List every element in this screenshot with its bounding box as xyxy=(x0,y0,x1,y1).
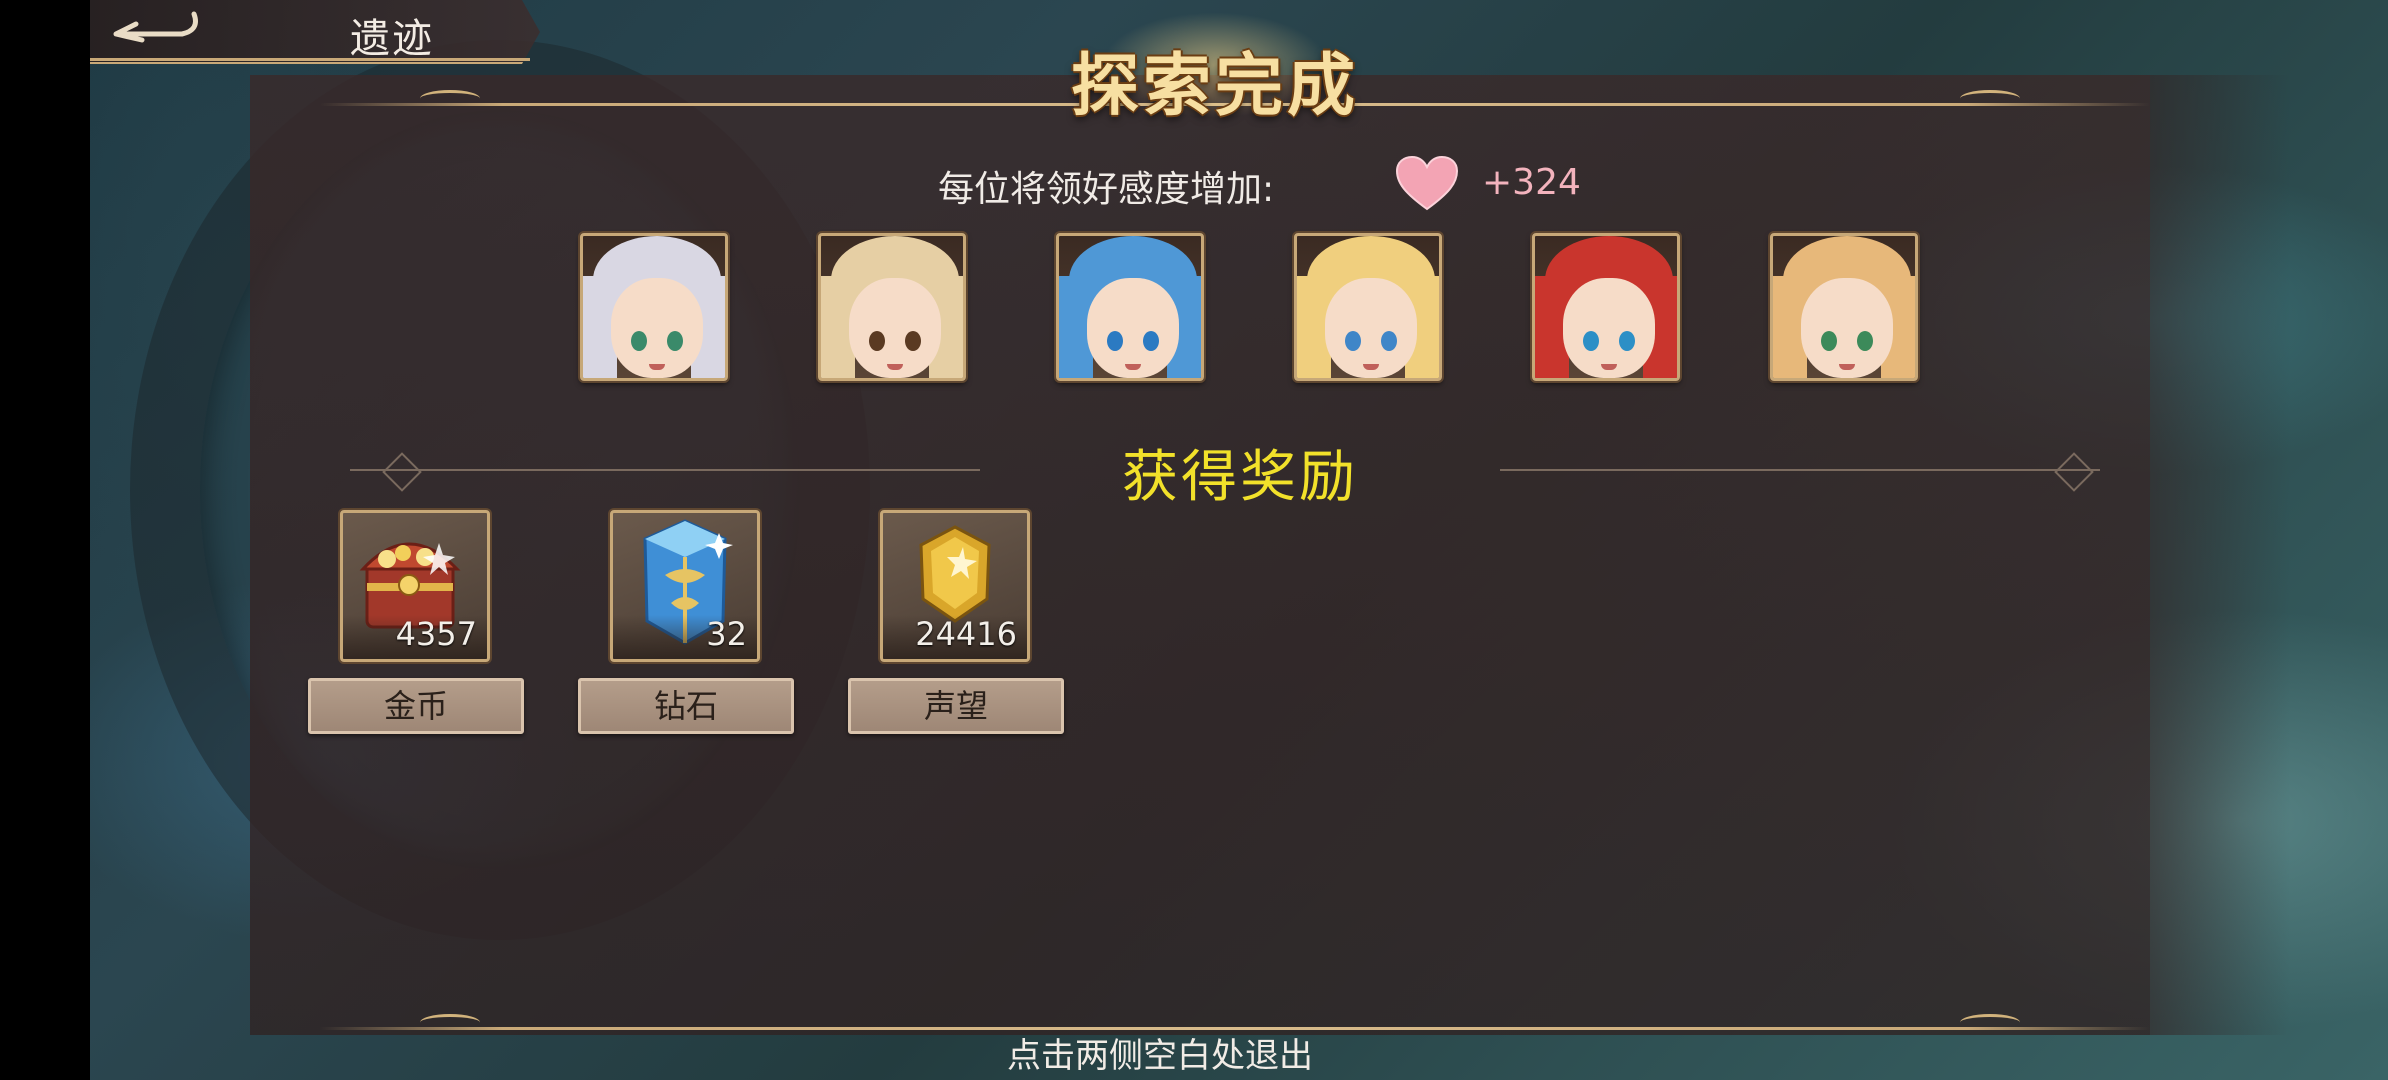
eye-shape xyxy=(631,331,647,351)
face-shape xyxy=(1801,278,1893,378)
hero-portrait[interactable] xyxy=(1056,233,1204,381)
ornament-icon xyxy=(420,90,480,107)
reward-icon-box[interactable]: 24416 xyxy=(880,510,1030,662)
reward-item-gold[interactable]: 4357 金币 xyxy=(308,510,530,740)
reward-item-reputation[interactable]: 24416 声望 xyxy=(848,510,1070,740)
eye-shape xyxy=(905,331,921,351)
reward-icon-box[interactable]: 4357 xyxy=(340,510,490,662)
hero-portrait[interactable] xyxy=(580,233,728,381)
eye-shape xyxy=(667,331,683,351)
hero-portrait[interactable] xyxy=(1770,233,1918,381)
reward-label-button[interactable]: 金币 xyxy=(308,678,524,734)
affection-label: 每位将领好感度增加: xyxy=(938,169,1275,210)
eye-shape xyxy=(1857,331,1873,351)
eye-shape xyxy=(1345,331,1361,351)
divider-right xyxy=(1500,469,2100,471)
exit-hint-text: 点击两侧空白处退出 xyxy=(1007,1036,1313,1076)
affection-value: +324 xyxy=(1482,162,1581,203)
face-shape xyxy=(1325,278,1417,378)
ornament-icon xyxy=(420,1014,480,1031)
face-shape xyxy=(1563,278,1655,378)
reward-label-button[interactable]: 钻石 xyxy=(578,678,794,734)
exploration-result-panel xyxy=(250,75,2290,1035)
eye-shape xyxy=(1583,331,1599,351)
reward-icon-box[interactable]: 32 xyxy=(610,510,760,662)
page-title: 遗迹 xyxy=(350,16,434,62)
back-button[interactable] xyxy=(96,4,206,54)
heart-icon xyxy=(1395,155,1459,211)
back-arrow-icon xyxy=(113,11,198,43)
hero-portrait[interactable] xyxy=(818,233,966,381)
reward-label-button[interactable]: 声望 xyxy=(848,678,1064,734)
rewards-title: 获得奖励 xyxy=(1122,445,1358,510)
hero-portrait[interactable] xyxy=(1294,233,1442,381)
ornament-icon xyxy=(1960,1014,2020,1031)
eye-shape xyxy=(1619,331,1635,351)
eye-shape xyxy=(1107,331,1123,351)
result-banner: 探索完成 xyxy=(1050,0,1380,140)
eye-shape xyxy=(1381,331,1397,351)
eye-shape xyxy=(1821,331,1837,351)
face-shape xyxy=(611,278,703,378)
reward-count: 4357 xyxy=(395,615,477,653)
reward-count: 24416 xyxy=(915,615,1017,653)
face-shape xyxy=(1087,278,1179,378)
reward-count: 32 xyxy=(706,615,747,653)
ornament-icon xyxy=(1960,90,2020,107)
eye-shape xyxy=(869,331,885,351)
divider-left xyxy=(350,469,980,471)
reward-item-diamond[interactable]: 32 钻石 xyxy=(578,510,800,740)
header-border xyxy=(90,58,530,61)
hero-portrait[interactable] xyxy=(1532,233,1680,381)
eye-shape xyxy=(1143,331,1159,351)
face-shape xyxy=(849,278,941,378)
banner-title: 探索完成 xyxy=(1070,46,1359,126)
